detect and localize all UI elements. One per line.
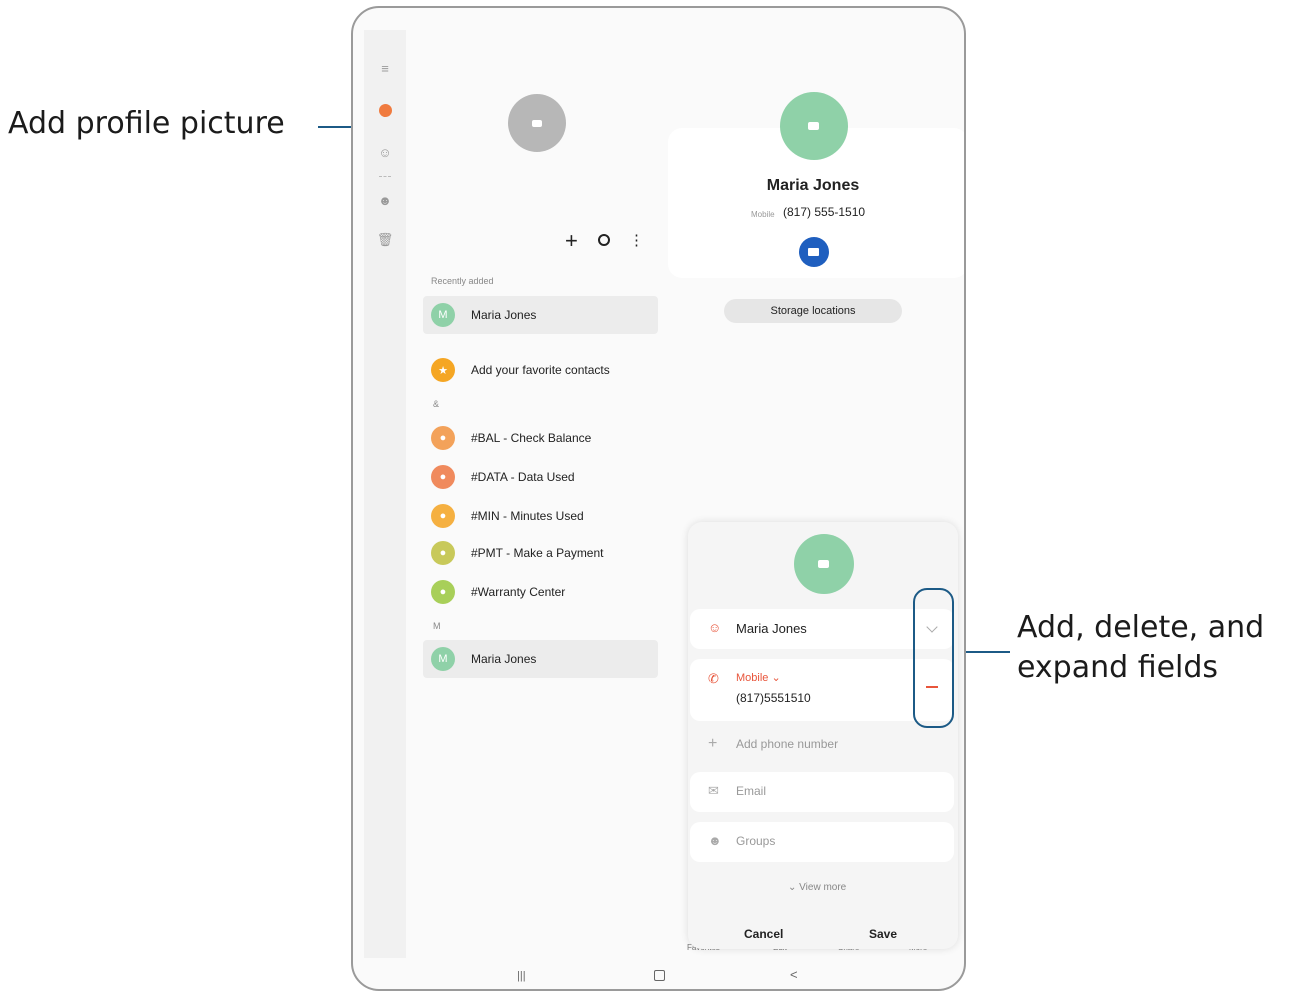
view-more-label: View more [799, 882, 847, 893]
edit-contact-sheet: ☺ Maria Jones ✆ Mobile ⌄ (817)5551510 + … [688, 522, 958, 949]
phone-type-label: Mobile [736, 672, 769, 684]
person-icon: ● [431, 580, 455, 604]
profile-picture-button-edit[interactable] [794, 534, 854, 594]
plus-icon: + [708, 735, 718, 752]
search-icon[interactable] [598, 234, 610, 246]
callout-add-profile-picture: Add profile picture [8, 106, 285, 141]
favorites-prompt-row[interactable]: ★ Add your favorite contacts [423, 351, 658, 389]
person-icon: ☺ [708, 620, 722, 635]
detail-name: Maria Jones [766, 177, 860, 194]
more-options-icon[interactable]: ⋮ [629, 231, 644, 249]
detail-phone-label: Mobile [751, 210, 775, 219]
list-item[interactable]: M Maria Jones [423, 296, 658, 334]
phone-type-dropdown[interactable]: Mobile ⌄ [736, 671, 781, 684]
callout-fields-line2: expand fields [1017, 650, 1219, 685]
email-placeholder: Email [736, 784, 767, 798]
list-item[interactable]: ● #DATA - Data Used [423, 458, 658, 496]
nav-rail: ≡ ☺ ☻ 🗑 [364, 30, 406, 958]
contact-name: #BAL - Check Balance [471, 431, 592, 445]
list-item[interactable]: ● #PMT - Make a Payment [423, 534, 658, 572]
section-label-amp: & [433, 399, 440, 409]
phone-field-value[interactable]: (817)5551510 [736, 691, 811, 705]
recently-added-label: Recently added [431, 276, 494, 286]
groups-field[interactable]: ☻ Groups [690, 822, 954, 862]
avatar: M [431, 647, 455, 671]
tablet-frame: ≡ ☺ ☻ 🗑 + ⋮ Recently added M Maria Jones… [351, 6, 966, 991]
manage-contacts-icon[interactable]: ☻ [377, 192, 393, 208]
home-nav-button[interactable] [654, 970, 665, 981]
profile-placeholder-gray[interactable] [508, 94, 566, 152]
cancel-button[interactable]: Cancel [744, 927, 783, 941]
storage-locations-button[interactable]: Storage locations [724, 299, 902, 323]
callout-fields-line1: Add, delete, and [1017, 610, 1265, 645]
contact-name: #Warranty Center [471, 585, 566, 599]
star-icon: ★ [431, 358, 455, 382]
avatar: M [431, 303, 455, 327]
contact-name: #PMT - Make a Payment [471, 546, 604, 560]
person-icon: ● [431, 426, 455, 450]
back-nav-button[interactable]: < [790, 967, 798, 982]
groups-icon[interactable]: ☺ [377, 144, 393, 160]
contact-name: #MIN - Minutes Used [471, 509, 584, 523]
field-controls-highlight [913, 588, 954, 728]
trash-icon[interactable]: 🗑 [377, 232, 394, 248]
video-call-button[interactable] [799, 237, 829, 267]
contact-name: Maria Jones [471, 652, 537, 666]
email-field[interactable]: ✉ Email [690, 772, 954, 812]
recents-nav-button[interactable]: ||| [517, 970, 526, 982]
profile-picture-button[interactable] [780, 92, 848, 160]
camera-icon [808, 122, 819, 130]
camera-icon [532, 120, 542, 127]
list-item[interactable]: M Maria Jones [423, 640, 658, 678]
phone-icon: ✆ [708, 671, 719, 686]
person-icon: ● [431, 465, 455, 489]
detail-phone: (817) 555-1510 [783, 205, 866, 219]
list-item[interactable]: ● #Warranty Center [423, 573, 658, 611]
section-label-m: M [433, 621, 441, 631]
person-icon: ● [431, 541, 455, 565]
save-button[interactable]: Save [869, 927, 897, 941]
groups-placeholder: Groups [736, 834, 776, 848]
video-icon [808, 248, 819, 256]
menu-icon[interactable]: ≡ [377, 60, 393, 76]
add-contact-button[interactable]: + [565, 228, 578, 254]
add-phone-row[interactable]: + Add phone number [690, 727, 954, 763]
add-phone-number: Add phone number [736, 737, 839, 751]
view-more-button[interactable]: ⌄ View more [788, 882, 846, 893]
contact-name: Maria Jones [471, 308, 537, 322]
list-item[interactable]: ● #BAL - Check Balance [423, 419, 658, 457]
person-icon: ● [431, 504, 455, 528]
email-icon: ✉ [708, 783, 719, 798]
camera-icon [818, 560, 829, 568]
list-item[interactable]: ● #MIN - Minutes Used [423, 497, 658, 535]
contacts-icon[interactable] [377, 102, 393, 118]
groups-icon: ☻ [708, 833, 722, 848]
favorites-prompt: Add your favorite contacts [471, 363, 610, 377]
contact-name: #DATA - Data Used [471, 470, 575, 484]
name-field-value: Maria Jones [736, 621, 807, 636]
rail-divider [379, 176, 391, 177]
